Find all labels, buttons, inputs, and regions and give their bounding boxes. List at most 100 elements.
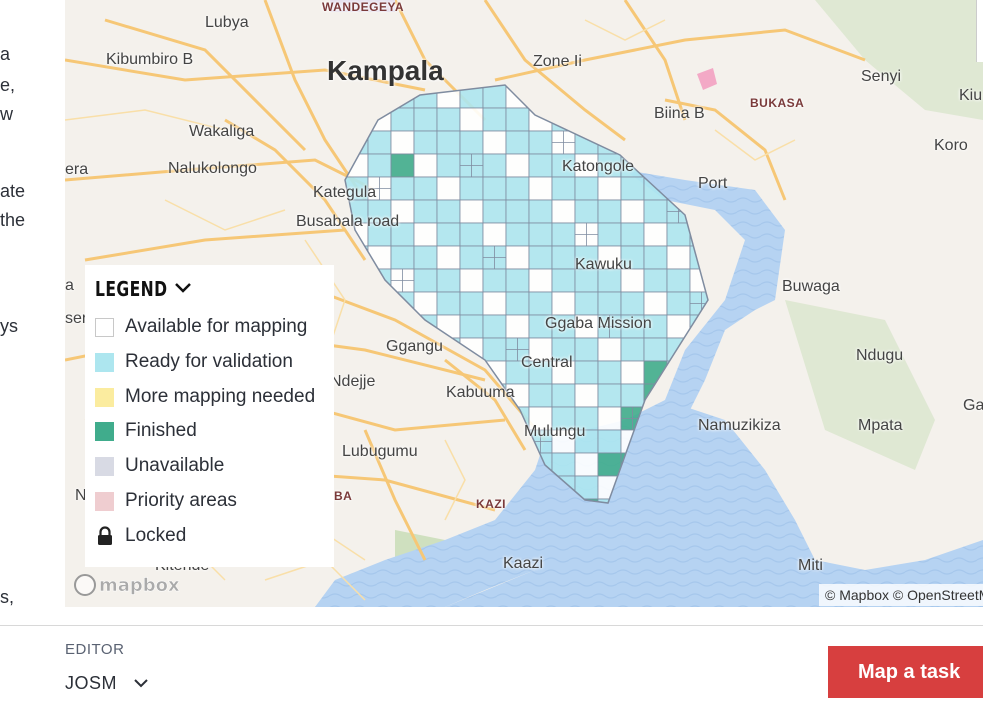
task-cell[interactable] <box>528 222 553 247</box>
task-cell[interactable] <box>367 268 392 293</box>
task-cell[interactable] <box>528 383 553 408</box>
task-cell[interactable] <box>436 107 461 132</box>
task-cell[interactable] <box>459 291 484 316</box>
task-cell[interactable] <box>574 383 599 408</box>
task-cell[interactable] <box>413 176 438 201</box>
task-cell[interactable] <box>459 245 484 270</box>
task-cell[interactable] <box>528 199 553 224</box>
map-attribution[interactable]: © Mapbox © OpenStreetMap <box>819 584 983 606</box>
task-cell[interactable] <box>574 337 599 362</box>
editor-dropdown[interactable]: JOSM <box>65 670 149 696</box>
task-cell[interactable] <box>367 498 392 522</box>
task-cell[interactable] <box>574 452 599 477</box>
task-cell[interactable] <box>482 452 507 477</box>
task-cell[interactable] <box>574 291 599 316</box>
task-cell[interactable] <box>459 452 484 477</box>
task-cell[interactable] <box>597 337 622 362</box>
task-cell[interactable] <box>551 199 576 224</box>
task-cell[interactable] <box>482 337 507 362</box>
task-cell[interactable] <box>597 406 622 431</box>
task-cell[interactable] <box>390 176 415 201</box>
task-cell[interactable] <box>597 176 622 201</box>
task-cell[interactable] <box>620 383 645 408</box>
task-cell[interactable] <box>597 383 622 408</box>
task-cell[interactable] <box>482 222 507 247</box>
task-cell[interactable] <box>459 475 484 500</box>
task-cell[interactable] <box>390 498 415 522</box>
task-cell[interactable] <box>505 291 530 316</box>
task-cell[interactable] <box>436 222 461 247</box>
task-cell[interactable] <box>482 153 507 178</box>
task-cell[interactable] <box>436 153 461 178</box>
task-cell[interactable] <box>436 85 461 109</box>
task-cell[interactable] <box>390 383 415 408</box>
task-cell[interactable] <box>574 360 599 385</box>
task-cell[interactable] <box>459 199 484 224</box>
task-cell[interactable] <box>528 245 553 270</box>
task-cell[interactable] <box>574 176 599 201</box>
task-cell[interactable] <box>482 130 507 155</box>
chevron-down-icon[interactable] <box>173 280 193 296</box>
task-cell[interactable] <box>551 452 576 477</box>
task-cell[interactable] <box>666 268 691 293</box>
task-cell[interactable] <box>459 406 484 431</box>
task-cell[interactable] <box>367 130 392 155</box>
task-cell[interactable] <box>643 245 668 270</box>
task-cell[interactable] <box>459 314 484 339</box>
task-cell[interactable] <box>390 107 415 132</box>
task-cell[interactable] <box>643 337 668 362</box>
task-cell[interactable] <box>551 268 576 293</box>
task-cell[interactable] <box>551 107 576 132</box>
task-cell[interactable] <box>551 176 576 201</box>
task-cell[interactable] <box>597 429 622 454</box>
task-cell[interactable] <box>666 222 691 247</box>
task-cell[interactable] <box>643 268 668 293</box>
task-cell[interactable] <box>643 130 668 155</box>
task-cell[interactable] <box>482 176 507 201</box>
mapbox-logo[interactable]: mapbox <box>74 572 180 598</box>
task-cell[interactable] <box>597 199 622 224</box>
task-cell[interactable] <box>436 245 461 270</box>
task-cell[interactable] <box>345 314 369 339</box>
task-cell[interactable] <box>689 222 713 247</box>
task-cell[interactable] <box>643 199 668 224</box>
task-cell[interactable] <box>413 222 438 247</box>
task-cell[interactable] <box>666 245 691 270</box>
task-cell[interactable] <box>413 498 438 522</box>
task-cell[interactable] <box>597 222 622 247</box>
task-cell[interactable] <box>505 199 530 224</box>
task-cell[interactable] <box>689 268 713 293</box>
task-cell[interactable] <box>436 268 461 293</box>
task-cell[interactable] <box>413 268 438 293</box>
task-cell[interactable] <box>620 130 645 155</box>
task-cell[interactable] <box>345 85 369 109</box>
task-cell[interactable] <box>413 130 438 155</box>
task-cell[interactable] <box>505 268 530 293</box>
task-cell[interactable] <box>597 85 622 109</box>
task-cell[interactable] <box>390 130 415 155</box>
task-cell[interactable] <box>620 337 645 362</box>
task-cell[interactable] <box>505 107 530 132</box>
task-cell[interactable] <box>482 268 507 293</box>
task-cell[interactable] <box>689 130 713 155</box>
task-cell[interactable] <box>643 360 668 385</box>
task-cell[interactable] <box>482 475 507 500</box>
task-cell[interactable] <box>482 107 507 132</box>
task-cell[interactable] <box>528 268 553 293</box>
task-cell[interactable] <box>482 199 507 224</box>
task-cell[interactable] <box>528 176 553 201</box>
task-cell[interactable] <box>620 176 645 201</box>
task-cell[interactable] <box>482 291 507 316</box>
task-cell[interactable] <box>459 176 484 201</box>
task-cell[interactable] <box>666 153 691 178</box>
task-cell[interactable] <box>436 314 461 339</box>
task-cell[interactable] <box>551 245 576 270</box>
task-cell[interactable] <box>505 130 530 155</box>
task-cell[interactable] <box>597 452 622 477</box>
task-cell[interactable] <box>666 130 691 155</box>
task-cell[interactable] <box>620 85 645 109</box>
task-cell[interactable] <box>345 107 369 132</box>
task-cell[interactable] <box>413 383 438 408</box>
task-cell[interactable] <box>459 429 484 454</box>
task-cell[interactable] <box>551 222 576 247</box>
